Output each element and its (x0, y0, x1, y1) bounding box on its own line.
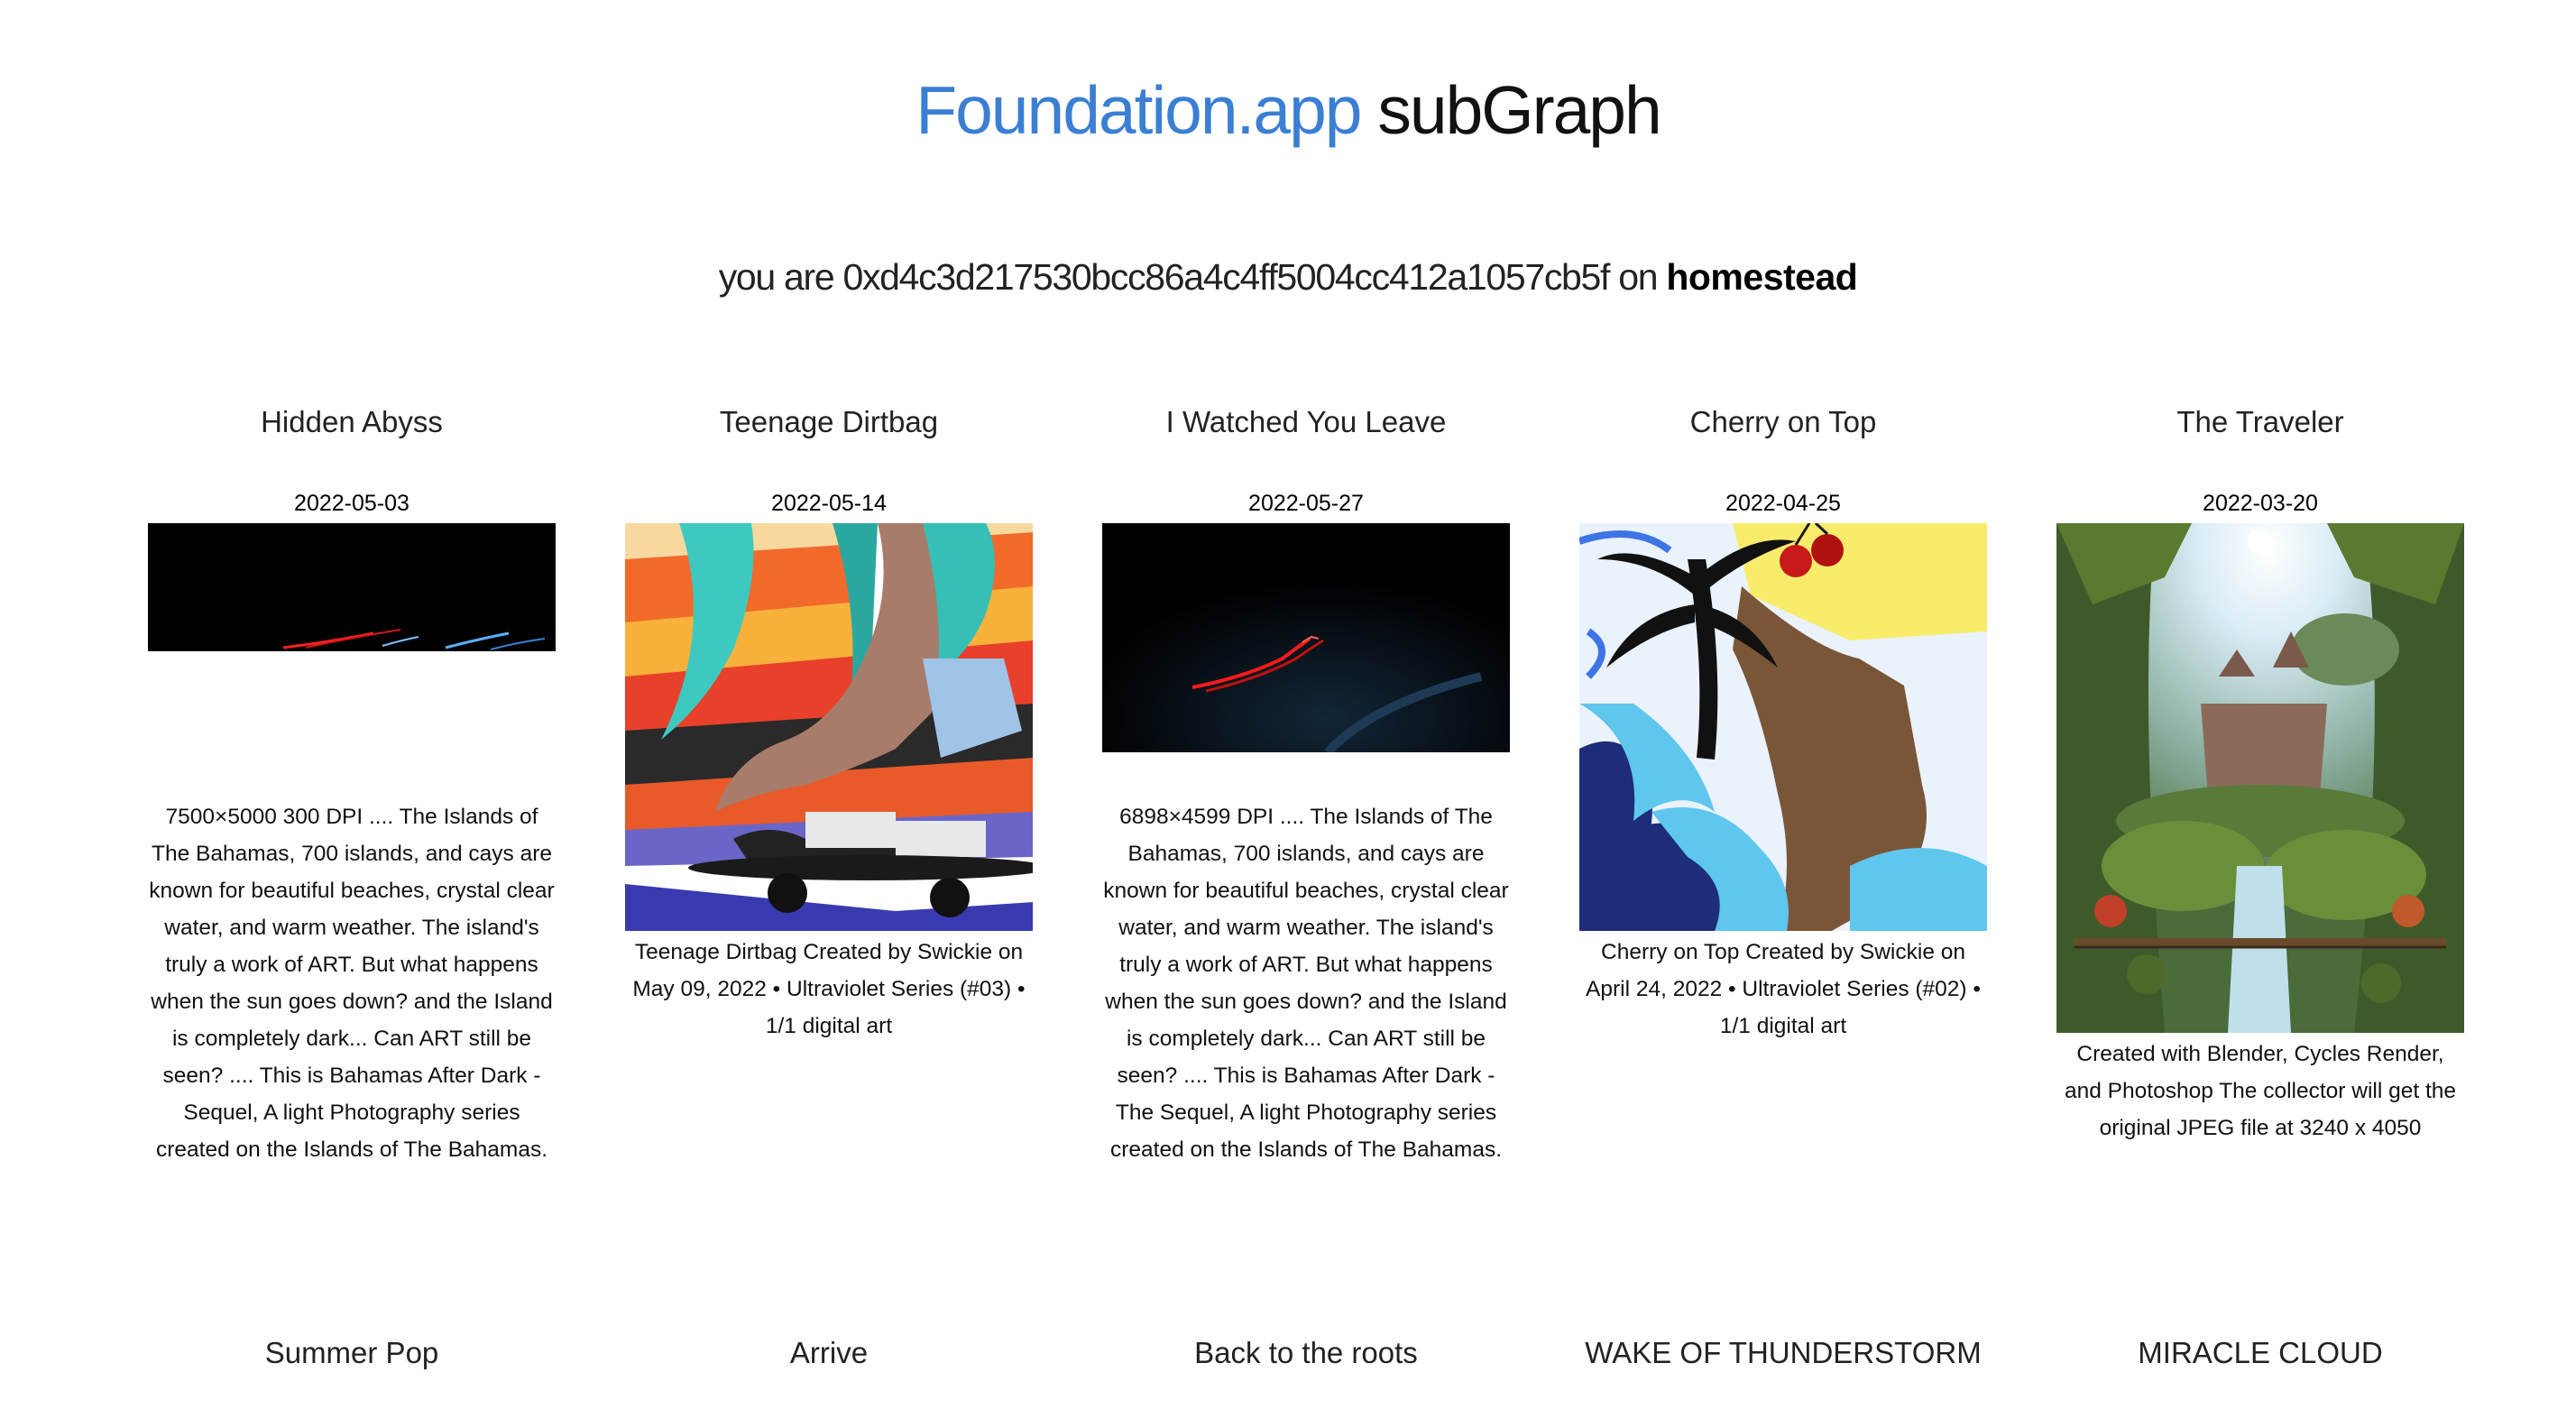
card-title: MIRACLE CLOUD (2138, 1336, 2383, 1369)
card-title: Arrive (789, 1336, 869, 1369)
card-title: Back to the roots (1194, 1336, 1418, 1369)
card-description: 6898×4599 DPI .... The Islands of The Ba… (1103, 805, 1509, 1162)
card-title: Summer Pop (264, 1336, 439, 1369)
card-description: Created with Blender, Cycles Render, and… (2064, 1042, 2456, 1140)
card-title: I Watched You Leave (1165, 405, 1447, 438)
brand-name: Foundation.app (915, 72, 1362, 148)
account-prefix: you are (718, 256, 835, 298)
account-line: you are 0xd4c3d217530bcc86a4c4ff5004cc41… (0, 245, 2576, 309)
card-date: 2022-05-27 (1248, 491, 1364, 516)
card-title: Hidden Abyss (261, 405, 443, 438)
account-on: on (1618, 256, 1658, 298)
card-description: 7500×5000 300 DPI .... The Islands of Th… (149, 805, 555, 1162)
artwork-image[interactable] (1102, 523, 1510, 752)
artwork-image[interactable] (148, 523, 556, 651)
card-title: Cherry on Top (1689, 405, 1877, 438)
artwork-image[interactable] (2056, 523, 2464, 1033)
card-description: Cherry on Top Created by Swickie on Apri… (1586, 940, 1981, 1038)
network-name: homestead (1666, 256, 1858, 298)
card-date: 2022-03-20 (2203, 491, 2318, 516)
card-date: 2022-04-25 (1725, 491, 1841, 516)
card-date: 2022-05-03 (294, 491, 409, 516)
title-suffix: subGraph (1377, 72, 1661, 148)
artwork-image[interactable] (1579, 523, 1987, 931)
page-title: Foundation.app subGraph (0, 65, 2576, 155)
card-date: 2022-05-14 (771, 491, 887, 516)
wallet-address: 0xd4c3d217530bcc86a4c4ff5004cc412a1057cb… (842, 256, 1610, 298)
artwork-image[interactable] (625, 523, 1033, 931)
card-description: Teenage Dirtbag Created by Swickie on Ma… (632, 940, 1026, 1038)
card-title: WAKE OF THUNDERSTORM (1585, 1336, 1982, 1369)
card-title: The Traveler (2176, 405, 2344, 438)
card-title: Teenage Dirtbag (719, 405, 939, 438)
